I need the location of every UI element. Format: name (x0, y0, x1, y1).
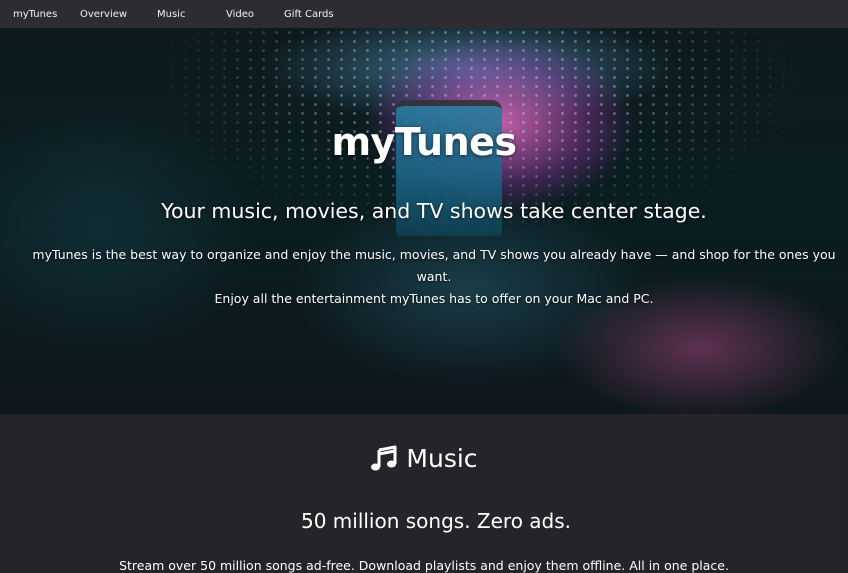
hero-title: myTunes (331, 120, 517, 164)
nav-item-overview[interactable]: Overview (80, 9, 127, 20)
music-tagline: 50 million songs. Zero ads. (300, 509, 572, 533)
music-heading-label: Music (406, 444, 478, 473)
nav-brand-link[interactable]: myTunes (13, 9, 57, 20)
top-navbar: myTunes Overview Music Video Gift Cards (0, 0, 848, 28)
nav-item-music[interactable]: Music (157, 9, 185, 20)
music-section: Music 50 million songs. Zero ads. Stream… (0, 414, 848, 573)
nav-item-video[interactable]: Video (226, 9, 254, 20)
music-heading: Music (0, 444, 848, 473)
hero-subtitle: Your music, movies, and TV shows take ce… (161, 199, 707, 223)
hero-description: myTunes is the best way to organize and … (14, 244, 848, 310)
music-note-icon (371, 445, 397, 470)
nav-item-gift-cards[interactable]: Gift Cards (284, 9, 334, 20)
hero-banner: myTunes Your music, movies, and TV shows… (0, 28, 848, 414)
hero-description-line-2: Enjoy all the entertainment myTunes has … (214, 291, 654, 306)
hero-description-line-1: myTunes is the best way to organize and … (32, 247, 836, 284)
